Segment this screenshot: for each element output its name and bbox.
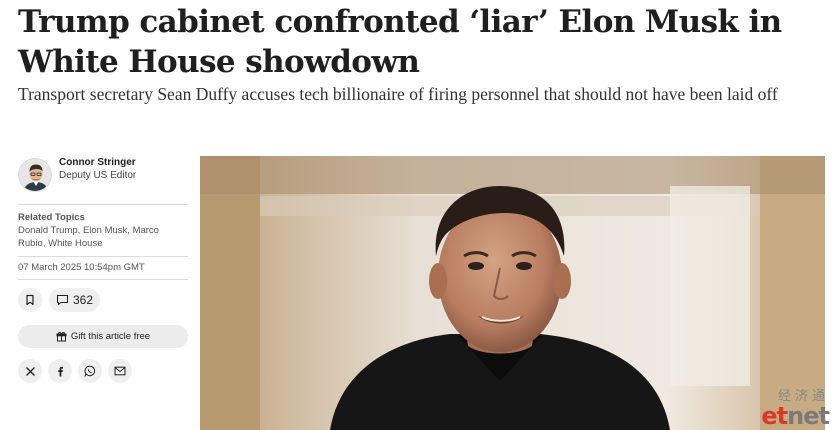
etnet-watermark: 经济通 etnet <box>761 390 830 430</box>
related-topics: Related Topics Donald Trump, Elon Musk, … <box>18 205 188 256</box>
related-topics-list[interactable]: Donald Trump, Elon Musk, Marco Rubio, Wh… <box>18 224 188 250</box>
headline: Trump cabinet confronted ‘liar’ Elon Mus… <box>18 4 782 80</box>
email-icon <box>114 366 126 376</box>
facebook-icon <box>57 366 63 376</box>
hero-image <box>200 156 825 430</box>
author-name[interactable]: Connor Stringer <box>59 156 136 169</box>
gift-article-button[interactable]: Gift this article free <box>18 325 188 348</box>
author-byline[interactable]: Connor Stringer Deputy US Editor <box>18 156 188 192</box>
author-role: Deputy US Editor <box>59 170 137 181</box>
standfirst: Transport secretary Sean Duffy accuses t… <box>18 84 778 104</box>
bookmark-icon <box>26 294 34 306</box>
author-avatar[interactable] <box>18 158 52 192</box>
share-email-button[interactable] <box>108 359 132 383</box>
divider <box>18 279 188 280</box>
article-actions: 362 <box>18 288 188 312</box>
bookmark-button[interactable] <box>18 288 42 312</box>
comments-button[interactable]: 362 <box>49 288 101 312</box>
share-facebook-button[interactable] <box>48 359 72 383</box>
share-x-button[interactable] <box>18 359 42 383</box>
etnet-logo: etnet <box>761 402 830 430</box>
logo-net: net <box>787 402 830 430</box>
logo-et: et <box>761 402 788 430</box>
comment-icon <box>56 294 69 306</box>
comment-count: 362 <box>73 293 94 307</box>
share-whatsapp-button[interactable] <box>78 359 102 383</box>
gift-article-label: Gift this article free <box>70 331 151 342</box>
x-icon <box>25 366 35 376</box>
article-sidebar: Connor Stringer Deputy US Editor Related… <box>18 156 188 383</box>
share-buttons <box>18 359 188 383</box>
related-topics-label: Related Topics <box>18 212 85 223</box>
whatsapp-icon <box>84 365 96 377</box>
publish-date: 07 March 2025 10:54pm GMT <box>18 262 145 273</box>
gift-icon <box>56 331 67 342</box>
